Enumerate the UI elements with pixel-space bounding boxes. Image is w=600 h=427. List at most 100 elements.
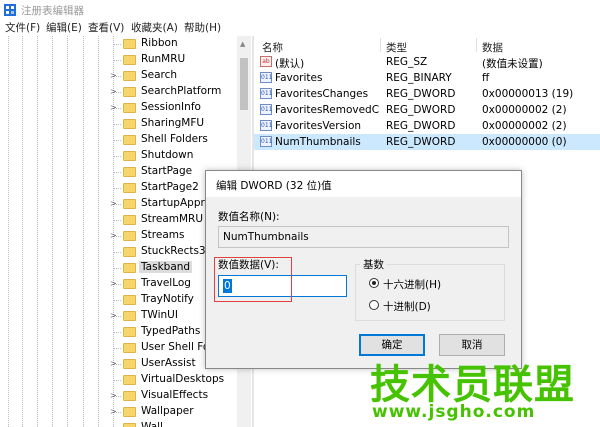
- value-data-cell: 0x00000002 (2): [482, 120, 567, 132]
- folder-icon: [123, 119, 136, 129]
- tree-item[interactable]: VirtualDesktops: [0, 372, 237, 388]
- tree-connector: [113, 140, 121, 141]
- expand-chevron-icon[interactable]: >: [110, 280, 117, 288]
- value-data-cell: (数值未设置): [482, 58, 543, 70]
- tree-item[interactable]: > Streams: [0, 228, 237, 244]
- expand-chevron-icon[interactable]: >: [110, 232, 117, 240]
- tree-item[interactable]: StuckRects3: [0, 244, 237, 260]
- scroll-up-arrow-icon[interactable]: ▲: [240, 40, 245, 48]
- registry-tree[interactable]: Ribbon RunMRU > Search > SearchPlatform > Sessi…: [0, 36, 237, 427]
- tree-item[interactable]: RunMRU: [0, 52, 237, 68]
- tree-connector: [113, 348, 121, 349]
- column-separator[interactable]: [476, 38, 477, 52]
- string-value-icon: ab: [260, 56, 272, 67]
- tree-item-label: StuckRects3: [141, 245, 206, 257]
- folder-icon: [123, 279, 136, 289]
- tree-item[interactable]: TypedPaths: [0, 324, 237, 340]
- value-name-label: 数值名称(N):: [218, 211, 280, 223]
- expand-chevron-icon[interactable]: >: [110, 104, 117, 112]
- tree-item[interactable]: Shutdown: [0, 148, 237, 164]
- folder-icon: [123, 71, 136, 81]
- tree-item-label: Taskband: [139, 261, 193, 273]
- menu-edit[interactable]: 编辑(E): [46, 20, 82, 35]
- menu-view[interactable]: 查看(V): [88, 20, 124, 35]
- tree-item[interactable]: SharingMFU: [0, 116, 237, 132]
- value-name-cell: FavoritesChanges: [275, 88, 369, 100]
- column-header-data[interactable]: 数据: [482, 40, 503, 55]
- value-name-cell: FavoritesVersion: [275, 120, 362, 132]
- dialog-title-bar[interactable]: 编辑 DWORD (32 位)值: [206, 171, 521, 197]
- radio-checked-icon[interactable]: [369, 278, 379, 288]
- table-row[interactable]: 011 NumThumbnails REG_DWORD 0x00000000 (0): [254, 134, 600, 150]
- folder-icon: [123, 295, 136, 305]
- folder-icon: [123, 135, 136, 145]
- expand-chevron-icon[interactable]: >: [110, 392, 117, 400]
- tree-item[interactable]: > UserAssist: [0, 356, 237, 372]
- tree-item[interactable]: Wall: [0, 420, 237, 427]
- tree-item[interactable]: > TWinUI: [0, 308, 237, 324]
- folder-icon: [123, 327, 136, 337]
- value-type-cell: REG_DWORD: [386, 136, 456, 148]
- tree-item-label: SharingMFU: [141, 117, 205, 129]
- value-name-cell: (默认): [275, 58, 305, 70]
- tree-item-label: VisualEffects: [141, 389, 209, 401]
- tree-connector: [113, 332, 121, 333]
- table-row[interactable]: 011 Favorites REG_BINARY ff: [254, 70, 600, 86]
- folder-icon: [123, 231, 136, 241]
- expand-chevron-icon[interactable]: >: [110, 312, 117, 320]
- table-row[interactable]: 011 FavoritesChanges REG_DWORD 0x00000013 (…: [254, 86, 600, 102]
- tree-item[interactable]: Shell Folders: [0, 132, 237, 148]
- tree-item[interactable]: TrayNotify: [0, 292, 237, 308]
- expand-chevron-icon[interactable]: >: [110, 360, 117, 368]
- menu-help[interactable]: 帮助(H): [184, 20, 221, 35]
- tree-item-label: Wallpaper: [141, 405, 194, 417]
- tree-item[interactable]: > VisualEffects: [0, 388, 237, 404]
- menu-favorites[interactable]: 收藏夹(A): [131, 20, 178, 35]
- table-row[interactable]: 011 FavoritesVersion REG_DWORD 0x00000002 (…: [254, 118, 600, 134]
- tree-item[interactable]: StreamMRU: [0, 212, 237, 228]
- folder-icon: [123, 199, 136, 209]
- scroll-thumb[interactable]: [240, 58, 248, 110]
- tree-item[interactable]: > Search: [0, 68, 237, 84]
- table-row[interactable]: 011 FavoritesRemovedC... REG_DWORD 0x000000…: [254, 102, 600, 118]
- folder-icon: [123, 103, 136, 113]
- edit-dword-dialog: 编辑 DWORD (32 位)值 数值名称(N): NumThumbnails …: [205, 170, 522, 369]
- tree-item[interactable]: StartPage2: [0, 180, 237, 196]
- tree-item[interactable]: Taskband: [0, 260, 237, 276]
- expand-chevron-icon[interactable]: >: [110, 200, 117, 208]
- folder-icon: [123, 391, 136, 401]
- folder-icon: [123, 215, 136, 225]
- expand-chevron-icon[interactable]: >: [110, 88, 117, 96]
- tree-item[interactable]: StartPage: [0, 164, 237, 180]
- tree-item-label: VirtualDesktops: [141, 373, 225, 385]
- column-header-type[interactable]: 类型: [386, 40, 407, 55]
- tree-item[interactable]: > SearchPlatform: [0, 84, 237, 100]
- value-name-cell: FavoritesRemovedC...: [275, 104, 379, 116]
- tree-item[interactable]: > SessionInfo: [0, 100, 237, 116]
- tree-item[interactable]: User Shell Fold: [0, 340, 237, 356]
- radio-dec-label: 十进制(D): [383, 301, 431, 313]
- binary-value-icon: 011: [260, 136, 273, 147]
- expand-chevron-icon[interactable]: >: [110, 72, 117, 80]
- tree-connector: [113, 60, 121, 61]
- folder-icon: [123, 247, 136, 257]
- tree-item-label: RunMRU: [141, 53, 186, 65]
- tree-item[interactable]: Ribbon: [0, 36, 237, 52]
- table-row[interactable]: ab (默认) REG_SZ (数值未设置): [254, 54, 600, 70]
- column-separator[interactable]: [380, 38, 381, 52]
- tree-item[interactable]: > Wallpaper: [0, 404, 237, 420]
- tree-item-label: Ribbon: [141, 37, 178, 49]
- tree-connector: [113, 44, 121, 45]
- tree-item[interactable]: > StartupApprov: [0, 196, 237, 212]
- value-name-cell: NumThumbnails: [275, 136, 361, 148]
- tree-item-label: StreamMRU: [141, 213, 204, 225]
- tree-item[interactable]: > TravelLog: [0, 276, 237, 292]
- column-header-name[interactable]: 名称: [262, 40, 283, 55]
- expand-chevron-icon[interactable]: >: [110, 408, 117, 416]
- folder-icon: [123, 55, 136, 65]
- window-title: 注册表编辑器: [21, 5, 84, 17]
- menu-file[interactable]: 文件(F): [5, 20, 40, 35]
- radio-unchecked-icon[interactable]: [369, 300, 379, 310]
- highlight-annotation-box: [214, 257, 292, 302]
- folder-icon: [123, 151, 136, 161]
